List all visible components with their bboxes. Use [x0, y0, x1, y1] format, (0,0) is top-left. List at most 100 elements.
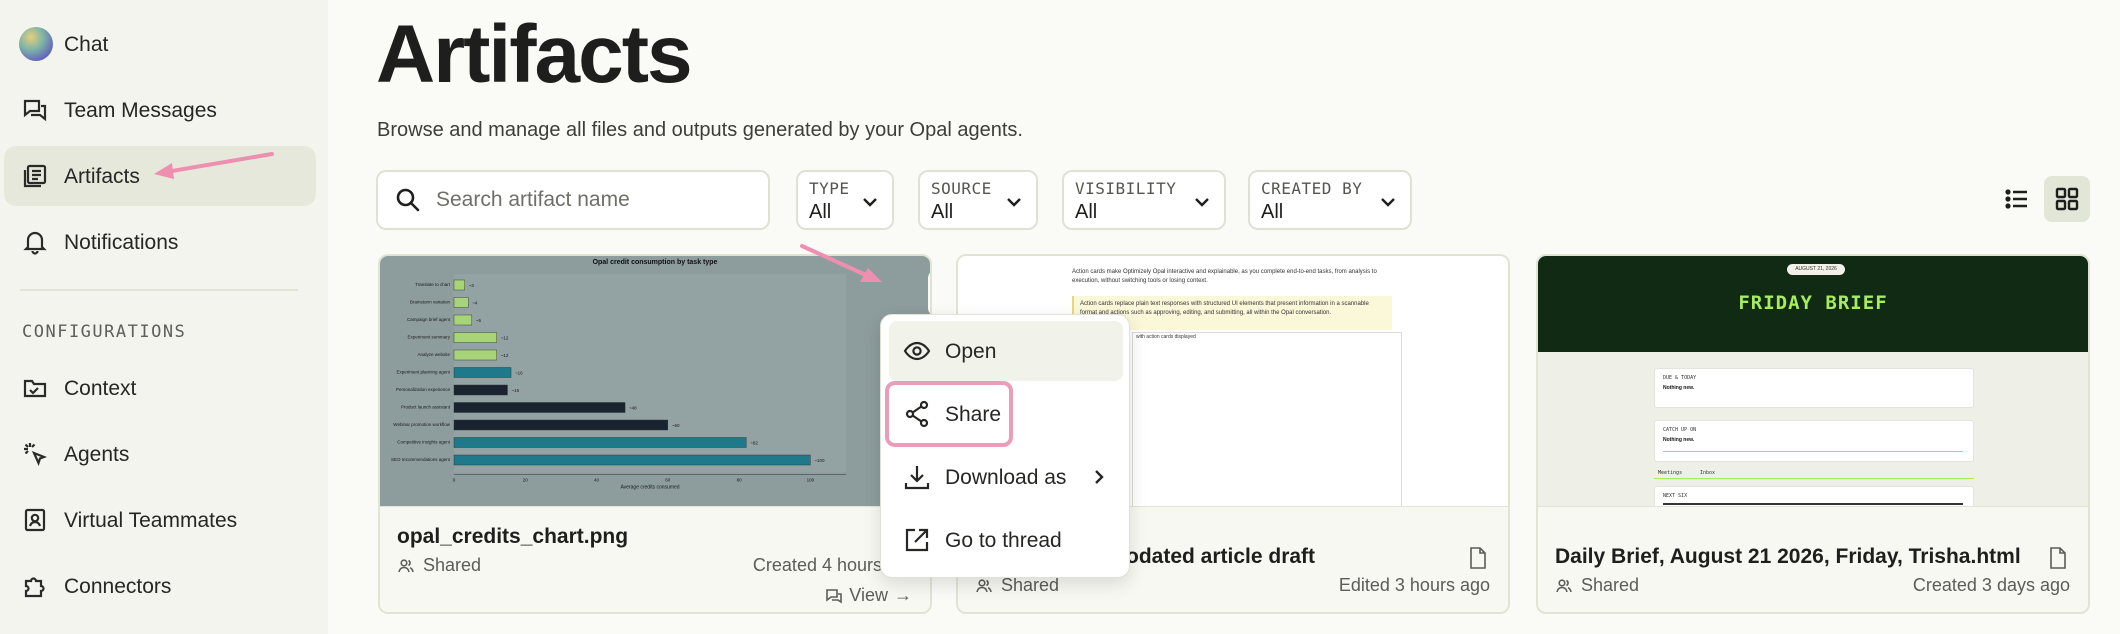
x-tick-label: 0: [453, 478, 456, 483]
menu-item-label: Download as: [945, 466, 1067, 489]
sidebar-item-label: Context: [64, 377, 137, 400]
list-icon: [2005, 189, 2027, 209]
sidebar-item-notifications[interactable]: Notifications: [4, 212, 316, 272]
thumb-box: CATCH UP ON Nothing new.: [1654, 420, 1974, 462]
share-icon: [905, 400, 929, 428]
bar-label: Product launch assistant: [401, 405, 451, 410]
filter-value: All: [809, 201, 832, 223]
x-axis-label: Average credits consumed: [620, 485, 679, 491]
menu-item-open[interactable]: Open: [889, 321, 1123, 381]
bar: [453, 297, 469, 308]
puzzle-icon: [21, 572, 49, 600]
menu-item-download-as[interactable]: Download as: [889, 447, 1123, 507]
search-box: [376, 170, 770, 230]
file-icon: [1470, 547, 1486, 569]
thumb-box-value: Nothing new.: [1663, 437, 1695, 443]
thumb-date-pill: AUGUST 21, 2026: [1787, 264, 1845, 275]
sidebar-item-chat[interactable]: Chat: [4, 14, 316, 74]
artifact-thumbnail: Opal credit consumption by task type Tra…: [380, 256, 930, 506]
main-content: Artifacts Browse and manage all files an…: [328, 0, 2120, 634]
thumb-divider: [1663, 503, 1963, 505]
more-options-button[interactable]: ⋯: [928, 270, 930, 316]
thumb-brief-title: FRIDAY BRIEF: [1738, 292, 1888, 314]
visibility-badge: Shared: [1555, 575, 1639, 596]
people-icon: [976, 578, 992, 592]
filter-source[interactable]: SOURCE All: [918, 170, 1038, 230]
visibility-badge: Shared: [397, 555, 481, 576]
x-tick-label: 20: [523, 478, 529, 483]
filter-value: All: [931, 201, 954, 223]
sidebar-item-agents[interactable]: Agents: [4, 424, 316, 484]
sidebar-item-virtual-teammates[interactable]: Virtual Teammates: [4, 490, 316, 550]
bar: [453, 349, 497, 361]
menu-item-share[interactable]: Share: [889, 384, 1123, 444]
page-subtitle: Browse and manage all files and outputs …: [377, 119, 1023, 141]
external-link-icon: [905, 528, 929, 552]
chevron-down-icon: [1381, 198, 1395, 207]
sidebar-item-label: Artifacts: [64, 165, 140, 188]
menu-item-go-to-thread[interactable]: Go to thread: [889, 510, 1123, 570]
bar-value-label: ~16: [515, 371, 523, 376]
x-tick-label: 80: [737, 478, 743, 483]
bar: [453, 332, 497, 343]
thumb-brief-header: AUGUST 21, 2026 FRIDAY BRIEF: [1538, 256, 2088, 352]
view-label: View: [849, 585, 888, 605]
sidebar-item-label: Connectors: [64, 575, 172, 598]
artifact-card-chart[interactable]: Opal credit consumption by task type Tra…: [378, 254, 932, 614]
filter-label: SOURCE: [931, 179, 992, 198]
artifact-thumbnail: AUGUST 21, 2026 FRIDAY BRIEF DUE & TODAY…: [1538, 256, 2088, 506]
bar: [453, 419, 669, 431]
sidebar-item-artifacts[interactable]: Artifacts: [4, 146, 316, 206]
bar: [453, 402, 626, 413]
bar: [453, 279, 465, 291]
sidebar-item-label: Chat: [64, 33, 109, 56]
sidebar-item-label: Team Messages: [64, 99, 217, 122]
thumb-box: DUE & TODAY Nothing new.: [1654, 368, 1974, 408]
card-meta: opal_credits_chart.png Shared Created 4 …: [380, 506, 930, 612]
sidebar-item-team-messages[interactable]: Team Messages: [4, 80, 316, 140]
grid-view-button[interactable]: [2044, 176, 2090, 222]
card-date: Created 3 days ago: [1912, 575, 2070, 595]
card-title: odated article draft: [1126, 545, 1316, 568]
bell-icon: [21, 228, 49, 256]
people-icon: [1556, 578, 1572, 592]
sidebar-item-connectors[interactable]: Connectors: [4, 556, 316, 616]
list-view-button[interactable]: [1994, 176, 2040, 222]
bar-value-label: ~60: [672, 423, 680, 428]
sparkle-cursor-icon: [21, 440, 49, 468]
avatar: [19, 27, 53, 61]
filter-created-by[interactable]: CREATED BY All: [1248, 170, 1412, 230]
sidebar-item-context[interactable]: Context: [4, 358, 316, 418]
thumb-box-label: DUE & TODAY: [1663, 375, 1697, 381]
chevron-down-icon: [1195, 198, 1209, 207]
bar: [453, 384, 508, 396]
bar-label: Personalization experience: [396, 387, 451, 392]
grid-icon: [2055, 187, 2079, 211]
bar-label: Brainstorm variation: [410, 300, 451, 305]
chevron-down-icon: [1007, 198, 1021, 207]
filter-type[interactable]: TYPE All: [796, 170, 894, 230]
artifact-card-daily-brief[interactable]: AUGUST 21, 2026 FRIDAY BRIEF DUE & TODAY…: [1536, 254, 2090, 614]
search-icon: [396, 188, 420, 212]
card-date: Created 4 hours: [752, 555, 882, 575]
thumb-tab: Meetings: [1658, 470, 1683, 476]
bar-value-label: ~12: [501, 353, 509, 358]
bar: [453, 314, 473, 326]
filter-value: All: [1261, 201, 1284, 223]
view-thread-link[interactable]: View →: [825, 585, 912, 606]
card-date: Edited 3 hours ago: [1338, 575, 1490, 595]
card-title: Daily Brief, August 21 2026, Friday, Tri…: [1555, 545, 2021, 568]
filter-visibility[interactable]: VISIBILITY All: [1062, 170, 1226, 230]
bar-label: Competitive insights agent: [397, 440, 451, 445]
bar-label: SEO recommendations agent: [391, 457, 451, 462]
filter-label: VISIBILITY: [1075, 179, 1177, 198]
bar: [453, 367, 512, 378]
visibility-badge: Shared: [975, 575, 1059, 596]
thumb-tab: Inbox: [1700, 470, 1716, 476]
search-input[interactable]: [436, 188, 756, 212]
chevron-down-icon: [863, 198, 877, 207]
menu-item-label: Open: [945, 340, 997, 363]
sidebar-item-label: Notifications: [64, 231, 179, 254]
bar: [453, 454, 811, 466]
bar-label: Experiment summary: [407, 335, 450, 340]
